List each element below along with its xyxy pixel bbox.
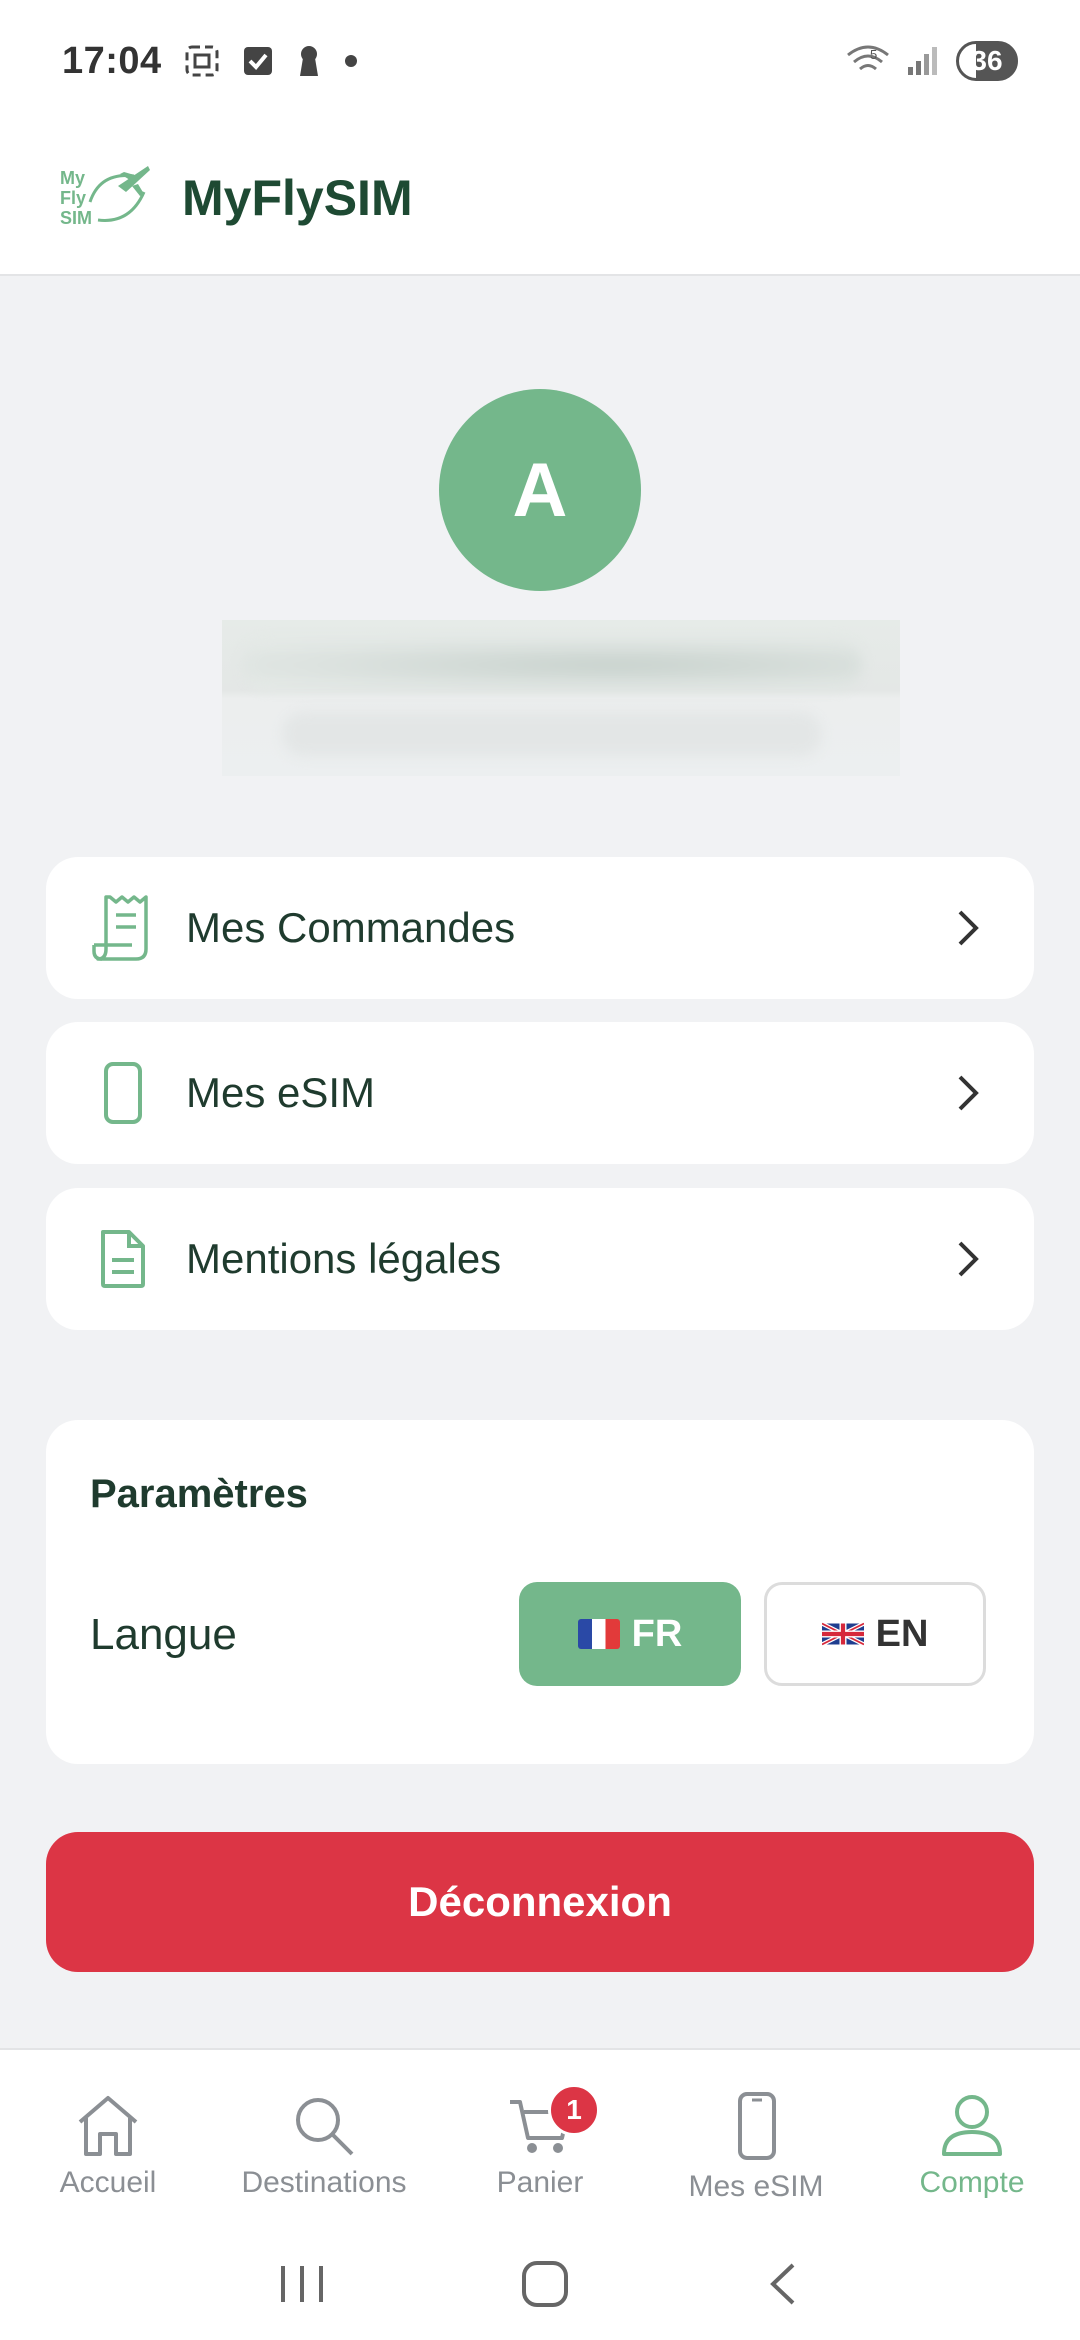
app-logo: My Fly SIM xyxy=(60,162,152,234)
chevron-right-icon xyxy=(948,1073,988,1113)
nav-label-destinations: Destinations xyxy=(241,2166,407,2199)
menu-item-legal[interactable]: Mentions légales xyxy=(46,1188,1034,1330)
flag-uk-icon xyxy=(821,1621,864,1647)
dot-icon xyxy=(344,55,357,67)
avatar-initial: A xyxy=(512,447,568,533)
menu-label-orders: Mes Commandes xyxy=(186,904,516,951)
phone-icon xyxy=(92,1058,154,1128)
user-icon xyxy=(942,2095,1002,2156)
phone-icon xyxy=(738,2092,776,2160)
logout-label: Déconnexion xyxy=(408,1878,672,1925)
nav-label-account: Compte xyxy=(919,2166,1025,2199)
nav-item-home[interactable]: Accueil xyxy=(0,2050,216,2228)
svg-text:My: My xyxy=(60,168,85,188)
home-button-icon[interactable] xyxy=(520,2259,570,2309)
language-fr-label: FR xyxy=(631,1612,683,1655)
screenshot-icon xyxy=(185,45,219,77)
nav-item-account[interactable]: Compte xyxy=(864,2050,1080,2228)
menu-item-esim[interactable]: Mes eSIM xyxy=(46,1022,1034,1164)
app-title: MyFlySIM xyxy=(182,170,413,226)
language-en-label: EN xyxy=(875,1612,929,1655)
nav-label-esim: Mes eSIM xyxy=(688,2170,824,2203)
menu-item-orders[interactable]: Mes Commandes xyxy=(46,857,1034,999)
language-label: Langue xyxy=(90,1610,237,1659)
battery-level: 36 xyxy=(971,45,1003,76)
svg-text:SIM: SIM xyxy=(60,208,92,228)
logout-button[interactable]: Déconnexion xyxy=(46,1832,1034,1972)
status-bar: 17:04 5 36 xyxy=(0,0,1080,122)
back-icon[interactable] xyxy=(763,2259,803,2309)
checkbox-icon xyxy=(243,47,272,75)
battery-icon: 36 xyxy=(956,41,1018,81)
document-icon xyxy=(92,1224,154,1294)
flag-fr-icon xyxy=(577,1619,620,1649)
settings-title: Paramètres xyxy=(90,1472,308,1516)
recent-apps-icon[interactable] xyxy=(277,2262,327,2306)
receipt-icon xyxy=(92,893,154,963)
chevron-right-icon xyxy=(948,908,988,948)
redacted-user-info xyxy=(222,620,900,776)
wifi-icon: 5 xyxy=(847,45,889,71)
language-en-button[interactable]: EN xyxy=(764,1582,986,1686)
plane-icon: My Fly SIM xyxy=(60,166,150,228)
home-icon xyxy=(78,2096,138,2156)
nav-label-cart: Panier xyxy=(496,2166,584,2199)
chevron-right-icon xyxy=(948,1239,988,1279)
bottom-nav: Accueil Destinations 1 Panier Mes eSIM C… xyxy=(0,2048,1080,2228)
language-fr-button[interactable]: FR xyxy=(519,1582,741,1686)
nav-item-esim[interactable]: Mes eSIM xyxy=(648,2050,864,2228)
nav-item-destinations[interactable]: Destinations xyxy=(216,2050,432,2228)
status-icons-left xyxy=(184,44,358,78)
search-icon xyxy=(296,2098,354,2156)
nav-label-home: Accueil xyxy=(59,2166,157,2199)
status-time: 17:04 xyxy=(62,39,162,82)
svg-text:Fly: Fly xyxy=(60,188,86,208)
status-icons-right: 5 36 xyxy=(844,41,1018,81)
cart-badge: 1 xyxy=(548,2084,600,2136)
menu-label-legal: Mentions légales xyxy=(186,1235,502,1282)
signal-icon xyxy=(908,47,937,75)
app-header: My Fly SIM MyFlySIM xyxy=(0,122,1080,276)
nav-item-cart[interactable]: 1 Panier xyxy=(432,2050,648,2228)
keyhole-icon xyxy=(299,46,318,76)
avatar: A xyxy=(439,389,641,591)
svg-text:5: 5 xyxy=(870,47,877,62)
settings-card: Paramètres Langue FR EN xyxy=(46,1420,1034,1764)
menu-label-esim: Mes eSIM xyxy=(186,1069,376,1116)
system-nav-bar xyxy=(0,2228,1080,2340)
